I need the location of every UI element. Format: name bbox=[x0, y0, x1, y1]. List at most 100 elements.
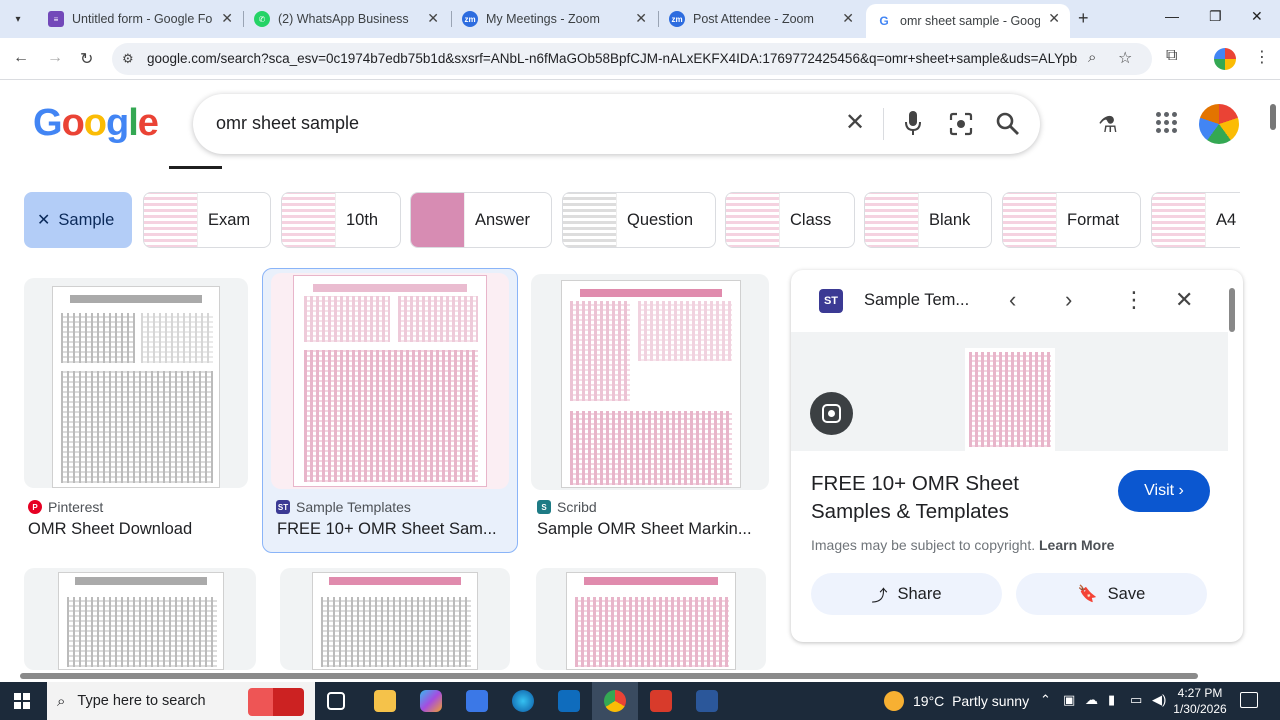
site-info-icon[interactable]: ⚙ bbox=[122, 51, 134, 67]
chrome-icon[interactable] bbox=[604, 690, 626, 712]
network-icon[interactable]: ▭ bbox=[1130, 692, 1142, 708]
image-result[interactable]: P Pinterest OMR Sheet Download bbox=[16, 270, 256, 552]
save-button[interactable]: 🔖 Save bbox=[1016, 573, 1207, 615]
window-close-button[interactable]: ✕ bbox=[1251, 8, 1263, 25]
notifications-icon[interactable] bbox=[1240, 692, 1258, 708]
back-arrow-icon[interactable]: ← bbox=[13, 49, 29, 67]
horizontal-scrollbar[interactable] bbox=[0, 670, 1268, 682]
chip-question[interactable]: Question bbox=[562, 192, 716, 248]
outlook-icon[interactable] bbox=[558, 690, 580, 712]
windows-start-icon[interactable] bbox=[14, 693, 30, 709]
next-icon[interactable]: › bbox=[1065, 287, 1072, 313]
close-icon[interactable]: ✕ bbox=[842, 10, 854, 27]
zoho-icon[interactable] bbox=[650, 690, 672, 712]
store-icon[interactable] bbox=[466, 690, 488, 712]
result-thumbnail[interactable] bbox=[24, 278, 248, 488]
tab-search-button[interactable]: ▾ bbox=[6, 8, 30, 30]
search-icon[interactable] bbox=[995, 111, 1021, 137]
chip-class[interactable]: Class bbox=[725, 192, 855, 248]
extensions-icon[interactable]: ⧉ bbox=[1166, 47, 1177, 65]
forward-arrow-icon[interactable]: → bbox=[47, 49, 63, 67]
gift-icon[interactable] bbox=[248, 688, 304, 716]
search-labs-icon[interactable]: ⚗ bbox=[1098, 112, 1118, 138]
close-icon[interactable]: ✕ bbox=[221, 10, 233, 27]
close-icon[interactable]: ✕ bbox=[427, 10, 439, 27]
volume-icon[interactable]: ◀) bbox=[1152, 692, 1166, 708]
close-icon[interactable]: ✕ bbox=[37, 210, 50, 230]
chip-10th[interactable]: 10th bbox=[281, 192, 401, 248]
learn-more-link[interactable]: Learn More bbox=[1039, 537, 1114, 553]
tab-google-search[interactable]: G omr sheet sample - Google Search ✕ bbox=[866, 4, 1070, 38]
site-logo-icon[interactable]: ST bbox=[819, 289, 843, 313]
url-text[interactable]: google.com/search?sca_esv=0c1974b7edb75b… bbox=[147, 51, 1077, 66]
restore-button[interactable]: ❐ bbox=[1209, 8, 1222, 25]
result-source[interactable]: P Pinterest bbox=[28, 499, 103, 515]
result-title[interactable]: Sample OMR Sheet Markin... bbox=[537, 520, 769, 539]
weather-widget[interactable]: 19°C Partly sunny bbox=[884, 691, 1029, 711]
result-title[interactable]: FREE 10+ OMR Sheet Sam... bbox=[277, 520, 507, 539]
chip-blank[interactable]: Blank bbox=[864, 192, 992, 248]
reload-icon[interactable]: ↻ bbox=[80, 49, 93, 69]
panel-scrollbar[interactable] bbox=[1228, 282, 1236, 632]
search-box[interactable]: omr sheet sample ✕ bbox=[193, 94, 1040, 154]
tab-whatsapp[interactable]: ✆ (2) WhatsApp Business ✕ bbox=[244, 4, 449, 34]
image-result-selected[interactable]: ST Sample Templates FREE 10+ OMR Sheet S… bbox=[262, 268, 518, 553]
close-icon[interactable]: ✕ bbox=[1048, 10, 1060, 27]
result-thumbnail[interactable] bbox=[24, 568, 256, 670]
result-source[interactable]: ST Sample Templates bbox=[276, 499, 411, 515]
search-input[interactable]: omr sheet sample bbox=[216, 113, 359, 134]
chip-format[interactable]: Format bbox=[1002, 192, 1141, 248]
chip-a4[interactable]: A4 bbox=[1151, 192, 1240, 248]
tab-google-forms[interactable]: ≡ Untitled form - Google Forms ✕ bbox=[38, 4, 243, 34]
apps-grid-icon[interactable] bbox=[1156, 112, 1178, 134]
tab-post-attendee-zoom[interactable]: zm Post Attendee - Zoom ✕ bbox=[659, 4, 864, 34]
usb-icon[interactable]: ▮ bbox=[1108, 692, 1115, 708]
word-icon[interactable] bbox=[696, 690, 718, 712]
result-title[interactable]: OMR Sheet Download bbox=[28, 520, 248, 539]
chevron-up-icon[interactable]: ⌃ bbox=[1040, 692, 1051, 708]
edge-icon[interactable] bbox=[512, 690, 534, 712]
menu-kebab-icon[interactable]: ⋮ bbox=[1254, 47, 1270, 67]
result-source[interactable]: S Scribd bbox=[537, 499, 597, 515]
previous-icon[interactable]: ‹ bbox=[1009, 287, 1016, 313]
file-explorer-icon[interactable] bbox=[374, 690, 396, 712]
close-icon[interactable]: ✕ bbox=[635, 10, 647, 27]
clock[interactable]: 4:27 PM 1/30/2026 bbox=[1170, 685, 1230, 717]
new-tab-button[interactable]: + bbox=[1078, 8, 1089, 29]
chip-exam[interactable]: Exam bbox=[143, 192, 271, 248]
preview-image[interactable] bbox=[965, 348, 1055, 451]
preview-image-area[interactable] bbox=[791, 332, 1228, 451]
zoom-icon[interactable]: ⌕ bbox=[1088, 49, 1096, 66]
meet-icon[interactable]: ▣ bbox=[1063, 692, 1075, 708]
profile-avatar[interactable] bbox=[1214, 48, 1236, 70]
more-options-icon[interactable]: ⋮ bbox=[1123, 287, 1145, 313]
close-icon[interactable]: ✕ bbox=[1175, 287, 1193, 313]
chip-answer[interactable]: Answer bbox=[410, 192, 552, 248]
copilot-icon[interactable] bbox=[420, 690, 442, 712]
chip-thumbnail bbox=[563, 193, 617, 247]
minimize-button[interactable]: — bbox=[1165, 8, 1179, 24]
google-lens-icon[interactable] bbox=[949, 112, 973, 136]
cloud-icon[interactable]: ☁ bbox=[1085, 692, 1098, 708]
tab-my-meetings-zoom[interactable]: zm My Meetings - Zoom ✕ bbox=[452, 4, 657, 34]
result-thumbnail[interactable] bbox=[271, 273, 509, 489]
page-scrollbar[interactable] bbox=[1268, 96, 1278, 668]
result-thumbnail[interactable] bbox=[531, 274, 769, 490]
image-result[interactable]: S Scribd Sample OMR Sheet Markin... bbox=[527, 270, 777, 552]
preview-title[interactable]: FREE 10+ OMR Sheet Samples & Templates bbox=[811, 470, 1091, 526]
result-thumbnail[interactable] bbox=[536, 568, 766, 670]
visit-button[interactable]: Visit › bbox=[1118, 470, 1210, 512]
chip-label: A4 bbox=[1216, 210, 1237, 229]
google-logo[interactable]: Google bbox=[33, 102, 159, 145]
clear-icon[interactable]: ✕ bbox=[845, 108, 865, 137]
microphone-icon[interactable] bbox=[903, 110, 923, 138]
chip-sample[interactable]: ✕ Sample bbox=[24, 192, 132, 248]
result-thumbnail[interactable] bbox=[280, 568, 510, 670]
share-button[interactable]: ⤴ Share bbox=[811, 573, 1002, 615]
lens-search-icon[interactable] bbox=[810, 392, 853, 435]
account-avatar[interactable] bbox=[1199, 104, 1239, 144]
site-name[interactable]: Sample Tem... bbox=[864, 291, 969, 310]
address-bar[interactable]: ⚙ google.com/search?sca_esv=0c1974b7edb7… bbox=[112, 43, 1152, 75]
bookmark-star-icon[interactable]: ☆ bbox=[1118, 48, 1132, 68]
task-view-icon[interactable] bbox=[327, 692, 345, 710]
